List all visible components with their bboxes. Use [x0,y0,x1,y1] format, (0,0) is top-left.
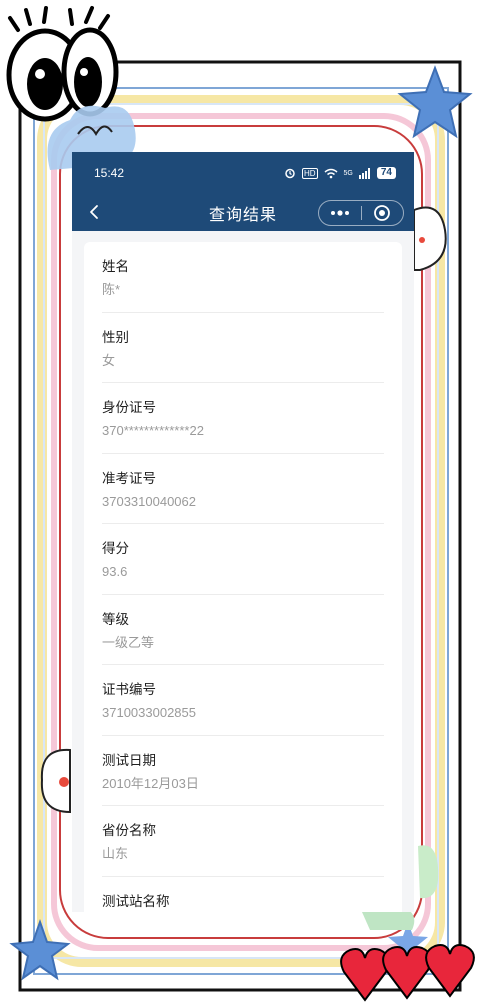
close-button[interactable] [362,201,404,225]
close-target-icon [374,205,391,221]
wifi-icon [324,168,338,178]
status-icons: HD 5G 74 [284,167,396,179]
field-value: 2010年12月03日 [102,775,199,791]
result-row: 得分 93.6 [102,524,384,595]
status-time: 15:42 [94,166,125,180]
signal-type: 5G [343,169,353,177]
field-value: 女 [102,352,116,368]
result-row: 证书编号 3710033002855 [102,665,384,736]
miniprogram-capsule [318,200,404,226]
result-card: 姓名 陈* 性别女身份证号 370*************22 准考证号 3703310… [84,242,402,912]
field-label: 省份名称 [102,823,156,839]
result-row: 测试日期 2010年12月03日 [102,736,384,806]
field-label: 等级 [102,611,129,628]
back-arrow-icon[interactable] [86,203,104,221]
field-label: 测试站名称 [102,893,170,910]
field-label: 得分 [102,541,129,557]
alarm-icon [285,168,295,179]
eyes-sticker [6,6,119,122]
result-row: 身份证号 370*************22 [102,383,384,454]
hd-badge: HD [301,167,318,179]
field-label: 姓名 [102,259,129,275]
phone-screen: 15:42 HD 5G 74 查询结果 姓名 陈* 性别女身份证号 370******… [72,152,414,912]
result-row: 等级 一级乙等 [102,595,384,665]
navigation-bar: 查询结果 [72,194,414,231]
result-row: 性别女 [102,313,384,383]
result-row: 省份名称 山东 [102,806,384,877]
result-row: 姓名陈* [102,242,384,313]
field-value: 3710033002855 [102,705,196,720]
field-value: 370*************22 [102,423,204,438]
page-title: 查询结果 [208,204,277,224]
field-label: 性别 [102,329,129,346]
result-row: 准考证号 3703310040062 [102,454,384,524]
field-label: 测试日期 [102,752,156,769]
signal-icon [358,167,370,179]
more-dots-icon [330,210,349,216]
field-label: 准考证号 [102,470,156,487]
field-value: 93.6 [102,564,128,579]
field-value: 山东 [102,846,129,861]
field-label: 身份证号 [102,400,156,416]
result-row: 测试站名称 [102,877,384,913]
field-label: 证书编号 [102,682,156,698]
field-value: 陈* [102,282,121,297]
status-bar: 15:42 HD 5G 74 [72,152,414,194]
hearts-sticker [340,944,475,1002]
field-value: 3703310040062 [102,493,196,509]
field-value: 一级乙等 [102,634,155,650]
battery-indicator: 74 [376,167,396,179]
more-button[interactable] [319,201,361,225]
